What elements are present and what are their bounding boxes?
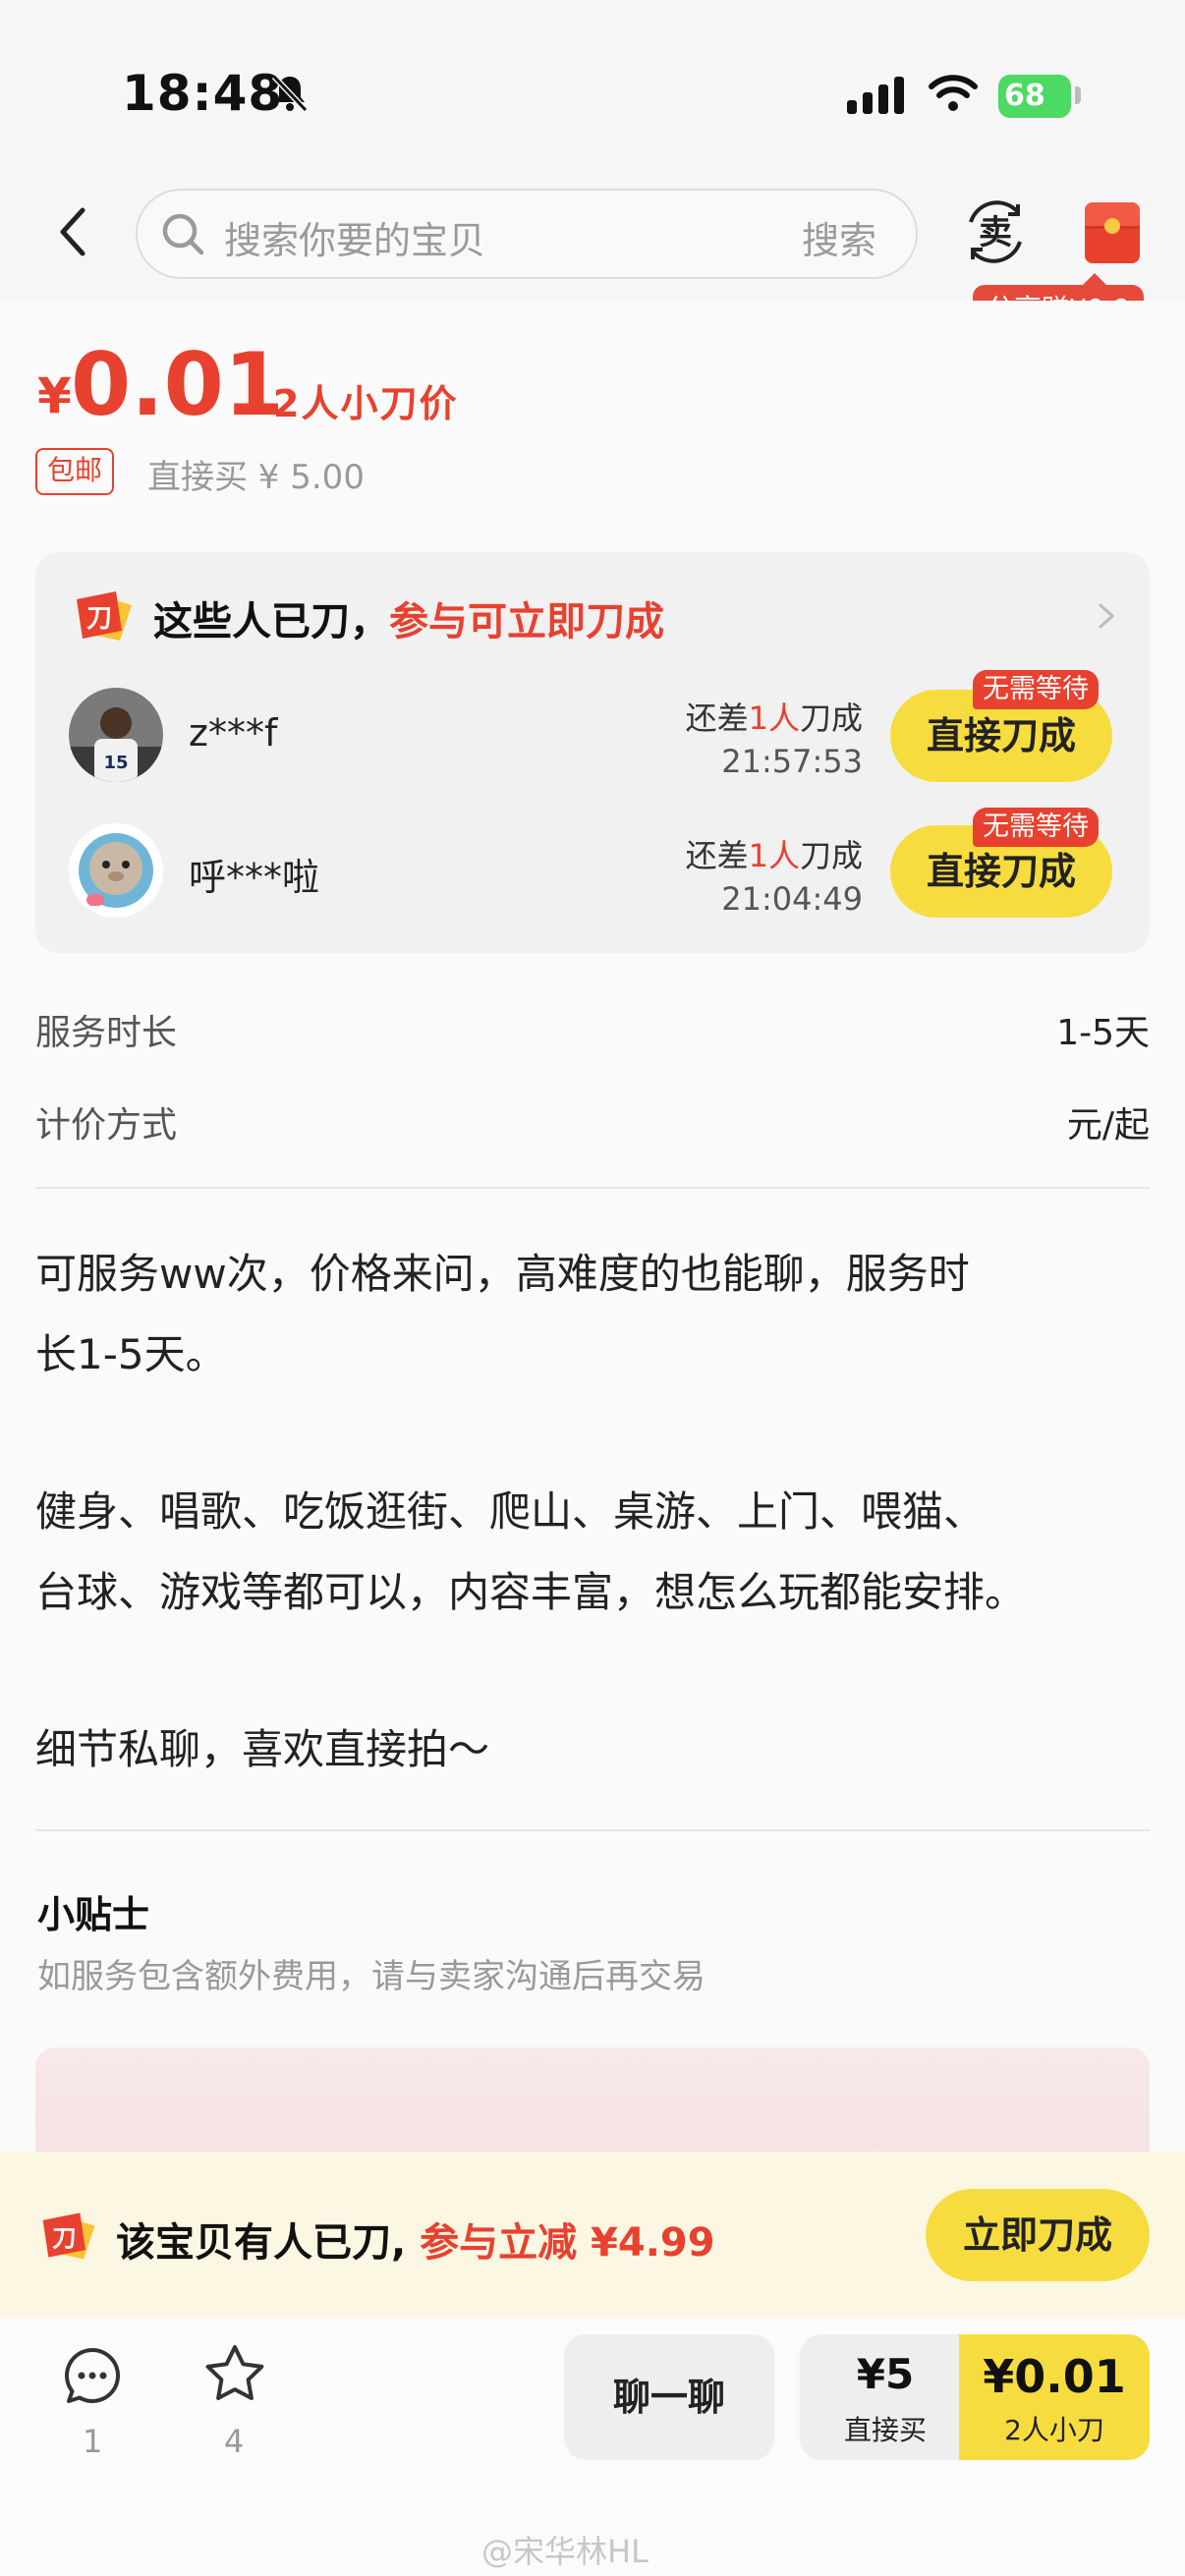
price-description: 2人小刀价 bbox=[273, 382, 459, 425]
direct-buy-button[interactable]: ¥5 直接买 bbox=[800, 2334, 971, 2460]
cut-buy-price: ¥0.01 bbox=[983, 2350, 1126, 2403]
avatar-player-image: 15 bbox=[69, 688, 163, 782]
battery-indicator: 68 bbox=[998, 75, 1071, 118]
buy-label: 直接买 bbox=[843, 2414, 927, 2446]
red-packet-icon[interactable] bbox=[1085, 202, 1140, 263]
avatar[interactable] bbox=[69, 823, 163, 918]
pricing-method-value: 元/起 bbox=[1066, 1105, 1150, 1146]
service-duration-label: 服务时长 bbox=[35, 1013, 178, 1053]
cut-card-title: 这些人已刀，参与可立即刀成 bbox=[153, 599, 664, 644]
cut-time: 21:04:49 bbox=[721, 880, 863, 918]
price-value: 0.01 bbox=[71, 334, 285, 435]
back-arrow-icon[interactable] bbox=[49, 202, 98, 261]
svg-text:卖: 卖 bbox=[979, 213, 1012, 252]
battery-cap bbox=[1075, 86, 1081, 104]
search-placeholder: 搜索你要的宝贝 bbox=[224, 219, 486, 262]
star-icon[interactable] bbox=[202, 2342, 267, 2405]
cut-buy-label: 2人小刀 bbox=[1004, 2414, 1104, 2446]
direct-buy-price: 直接买 ¥ 5.00 bbox=[147, 458, 365, 497]
signal-icon bbox=[847, 77, 904, 114]
comment-count: 1 bbox=[83, 2423, 103, 2460]
description-p1-line2: 长1-5天。 bbox=[35, 1330, 227, 1378]
description-p2-line1: 健身、唱歌、吃饭逛街、爬山、桌游、上门、喂猫、 bbox=[35, 1487, 986, 1536]
svg-text:15: 15 bbox=[103, 753, 128, 773]
search-button[interactable]: 搜索 bbox=[802, 210, 876, 264]
user-name: z***f bbox=[189, 711, 278, 755]
sell-icon[interactable]: 卖 bbox=[961, 193, 1030, 271]
svg-text:刀: 刀 bbox=[52, 2223, 77, 2252]
remaining-count: 还差1人刀成 bbox=[685, 700, 863, 737]
no-wait-badge: 无需等待 bbox=[973, 670, 1099, 709]
chevron-right-icon[interactable] bbox=[1095, 601, 1118, 631]
description-p1-line1: 可服务ww次，价格来问，高难度的也能聊，服务时 bbox=[35, 1250, 970, 1298]
cut-logo-icon: 刀 bbox=[42, 2212, 95, 2260]
tips-text: 如服务包含额外费用，请与卖家沟通后再交易 bbox=[37, 1957, 705, 1996]
wifi-icon bbox=[929, 75, 978, 111]
pricing-method-label: 计价方式 bbox=[35, 1105, 178, 1146]
no-wait-badge: 无需等待 bbox=[973, 808, 1099, 847]
avatar[interactable]: 15 bbox=[69, 688, 163, 782]
divider bbox=[35, 1829, 1150, 1831]
cut-buy-button[interactable]: ¥0.01 2人小刀 bbox=[959, 2334, 1150, 2460]
buy-price: ¥5 bbox=[856, 2350, 915, 2398]
service-duration-value: 1-5天 bbox=[1056, 1013, 1150, 1053]
cut-logo-icon: 刀 bbox=[77, 591, 132, 641]
description-p2-line2: 台球、游戏等都可以，内容丰富，想怎么玩都能安排。 bbox=[35, 1568, 1027, 1616]
bell-muted-icon bbox=[271, 74, 309, 113]
comment-icon[interactable] bbox=[61, 2344, 124, 2407]
free-shipping-tag: 包邮 bbox=[35, 448, 115, 495]
banner-text: 该宝贝有人已刀, 参与立减 ¥4.99 bbox=[116, 2220, 715, 2266]
search-icon bbox=[162, 213, 204, 255]
avatar-seal-image bbox=[69, 823, 163, 918]
price-currency: ¥ bbox=[37, 367, 72, 424]
divider bbox=[35, 1187, 1150, 1189]
tips-title: 小贴士 bbox=[37, 1893, 150, 1936]
user-name: 呼***啦 bbox=[189, 856, 320, 899]
status-time: 18:48 bbox=[122, 65, 284, 122]
chat-button[interactable]: 聊一聊 bbox=[564, 2334, 774, 2460]
svg-text:刀: 刀 bbox=[86, 604, 112, 634]
cut-time: 21:57:53 bbox=[721, 743, 863, 780]
favorite-count: 4 bbox=[224, 2423, 245, 2460]
remaining-count: 还差1人刀成 bbox=[685, 837, 863, 874]
watermark: @宋华林HL bbox=[481, 2533, 649, 2570]
description-p3: 细节私聊，喜欢直接拍～ bbox=[35, 1725, 490, 1773]
cut-now-button[interactable]: 立即刀成 bbox=[926, 2189, 1150, 2281]
